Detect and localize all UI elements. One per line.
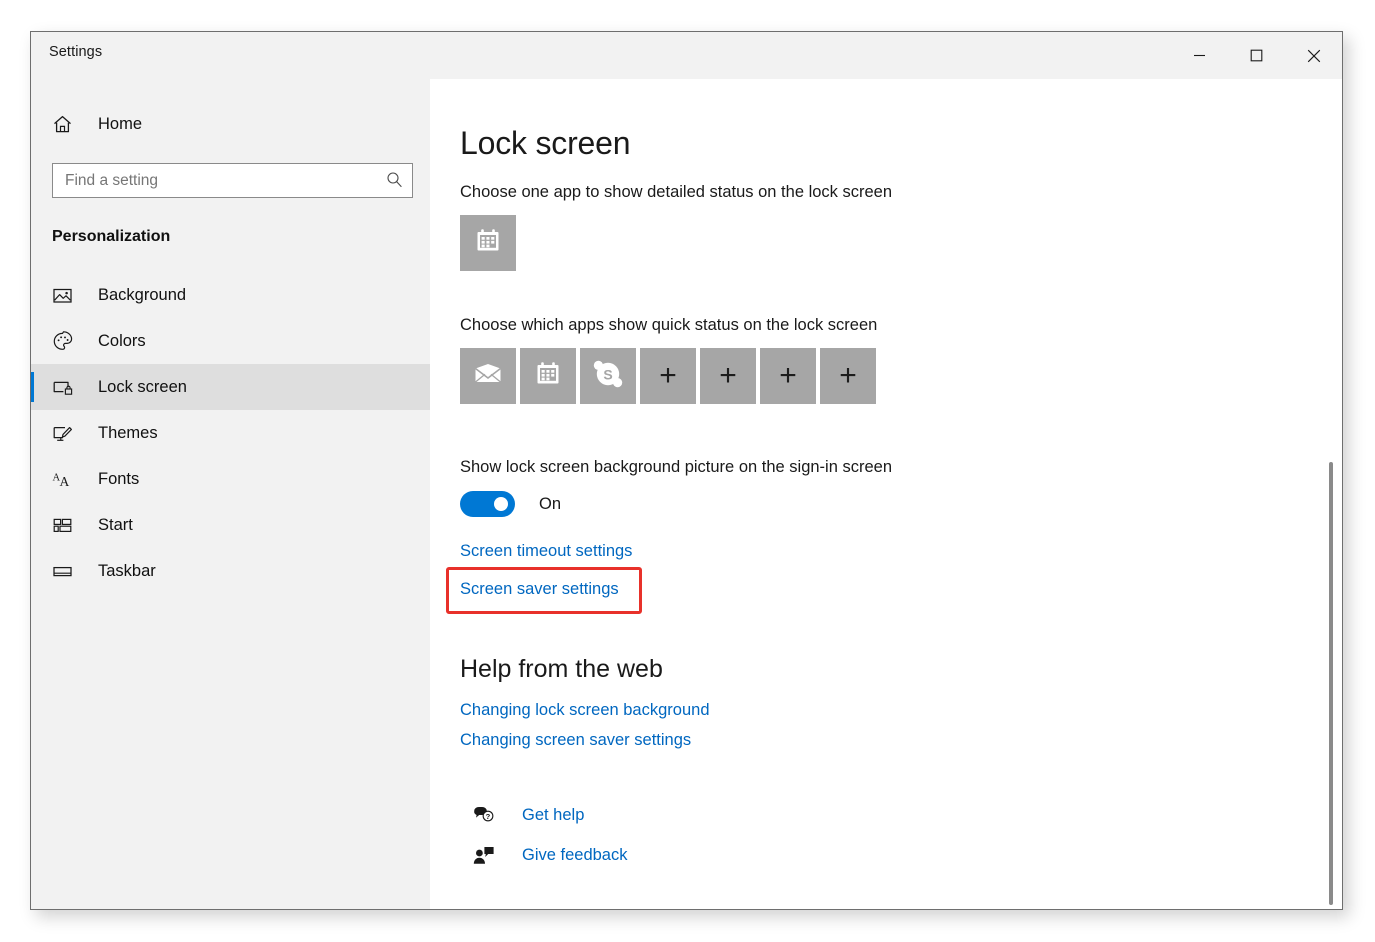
window-controls [1171, 32, 1342, 79]
help-section-title: Help from the web [460, 655, 663, 683]
lock-screen-settings: Lock screen Choose one app to show detai… [446, 79, 1342, 878]
sidebar-nav-list: Background Colors Lock screen Themes A A… [31, 272, 430, 594]
signin-background-label: Show lock screen background picture on t… [460, 458, 892, 476]
palette-icon [52, 330, 86, 352]
sidebar-item-start-label: Start [98, 515, 133, 534]
sidebar-item-fonts-label: Fonts [98, 469, 140, 488]
start-tiles-icon [52, 515, 86, 536]
sidebar-item-colors[interactable]: Colors [31, 318, 430, 364]
screen-timeout-settings-row: Screen timeout settings [460, 542, 1342, 561]
quick-status-tile-add-1[interactable]: + [640, 348, 696, 404]
toggle-state-label: On [539, 494, 562, 513]
detailed-status-tile-calendar[interactable] [460, 215, 516, 271]
sidebar-item-colors-label: Colors [98, 331, 146, 350]
sidebar-item-home[interactable]: Home [31, 104, 430, 144]
image-icon [52, 285, 86, 306]
window-title: Settings [49, 44, 103, 60]
screen-saver-settings-link[interactable]: Screen saver settings [460, 580, 619, 599]
help-links: Changing lock screen background Changing… [460, 701, 1342, 750]
sidebar-item-taskbar[interactable]: Taskbar [31, 548, 430, 594]
window-body: Home Personalization [31, 79, 1342, 909]
signin-background-toggle[interactable] [460, 491, 515, 517]
get-help-row[interactable]: ? Get help [460, 798, 1342, 832]
sidebar-group-title: Personalization [52, 228, 171, 245]
window-title-bar[interactable]: Settings [31, 32, 1342, 79]
svg-text:A: A [60, 474, 70, 489]
get-help-link[interactable]: Get help [522, 806, 584, 825]
sidebar-item-home-label: Home [98, 114, 143, 133]
screen-timeout-settings-link[interactable]: Screen timeout settings [460, 542, 632, 561]
plus-icon: + [779, 359, 797, 392]
main-scrollbar[interactable] [1325, 462, 1337, 905]
give-feedback-icon [468, 845, 500, 865]
screen-saver-settings-row: Screen saver settings [446, 567, 642, 614]
calendar-icon [473, 226, 503, 261]
sidebar-item-start[interactable]: Start [31, 502, 430, 548]
calendar-icon [533, 359, 563, 394]
quick-status-tile-add-2[interactable]: + [700, 348, 756, 404]
quick-status-tile-calendar[interactable] [520, 348, 576, 404]
sidebar-item-themes-label: Themes [98, 423, 158, 442]
get-help-icon: ? [468, 805, 500, 825]
minimize-button[interactable] [1171, 32, 1228, 79]
signin-background-toggle-row: On [460, 491, 1342, 517]
plus-icon: + [719, 359, 737, 392]
skype-icon: S [591, 357, 625, 396]
plus-icon: + [839, 359, 857, 392]
mail-envelope-icon [472, 358, 504, 395]
sidebar-item-background[interactable]: Background [31, 272, 430, 318]
plus-icon: + [659, 359, 677, 392]
main-content-pane: Lock screen Choose one app to show detai… [430, 79, 1342, 909]
quick-status-tiles: S + + + + [460, 348, 1342, 404]
search-box[interactable] [52, 163, 413, 198]
maximize-icon [1250, 49, 1263, 62]
scrollbar-thumb[interactable] [1329, 462, 1333, 905]
sidebar-item-taskbar-label: Taskbar [98, 561, 156, 580]
sidebar-item-fonts[interactable]: A A Fonts [31, 456, 430, 502]
search-input[interactable] [52, 163, 413, 198]
quick-status-tile-add-4[interactable]: + [820, 348, 876, 404]
detailed-status-tiles [460, 215, 1342, 271]
sidebar-item-themes[interactable]: Themes [31, 410, 430, 456]
desktop-background: Settings Home Find a setting Personaliza… [0, 0, 1375, 942]
minimize-icon [1193, 49, 1206, 62]
maximize-button[interactable] [1228, 32, 1285, 79]
close-icon [1307, 49, 1321, 63]
toggle-knob [494, 497, 508, 511]
page-title: Lock screen [460, 125, 631, 161]
help-actions: ? Get help Give feedback [460, 798, 1342, 872]
give-feedback-link[interactable]: Give feedback [522, 846, 627, 865]
quick-status-tile-mail[interactable] [460, 348, 516, 404]
quick-status-label: Choose which apps show quick status on t… [460, 316, 878, 334]
home-icon [52, 114, 86, 135]
search-button[interactable] [379, 163, 409, 198]
sidebar-item-lock-screen[interactable]: Lock screen [31, 364, 430, 410]
search-icon [386, 171, 403, 191]
give-feedback-row[interactable]: Give feedback [460, 838, 1342, 872]
help-link-changing-screen-saver-settings[interactable]: Changing screen saver settings [460, 731, 1342, 750]
lock-screen-icon [52, 377, 86, 398]
svg-text:?: ? [486, 812, 491, 821]
sidebar-item-lock-screen-label: Lock screen [98, 377, 187, 396]
detailed-status-label: Choose one app to show detailed status o… [460, 183, 893, 201]
help-link-changing-lock-screen-background[interactable]: Changing lock screen background [460, 701, 1342, 720]
svg-text:S: S [603, 366, 612, 382]
settings-window: Settings Home Find a setting Personaliza… [30, 31, 1343, 910]
theme-brush-icon [52, 423, 86, 444]
taskbar-icon [52, 561, 86, 582]
quick-status-tile-add-3[interactable]: + [760, 348, 816, 404]
fonts-aa-icon: A A [52, 469, 86, 490]
close-button[interactable] [1285, 32, 1342, 79]
quick-status-tile-skype[interactable]: S [580, 348, 636, 404]
sidebar-item-background-label: Background [98, 285, 187, 304]
sidebar: Home Personalization [31, 79, 430, 909]
